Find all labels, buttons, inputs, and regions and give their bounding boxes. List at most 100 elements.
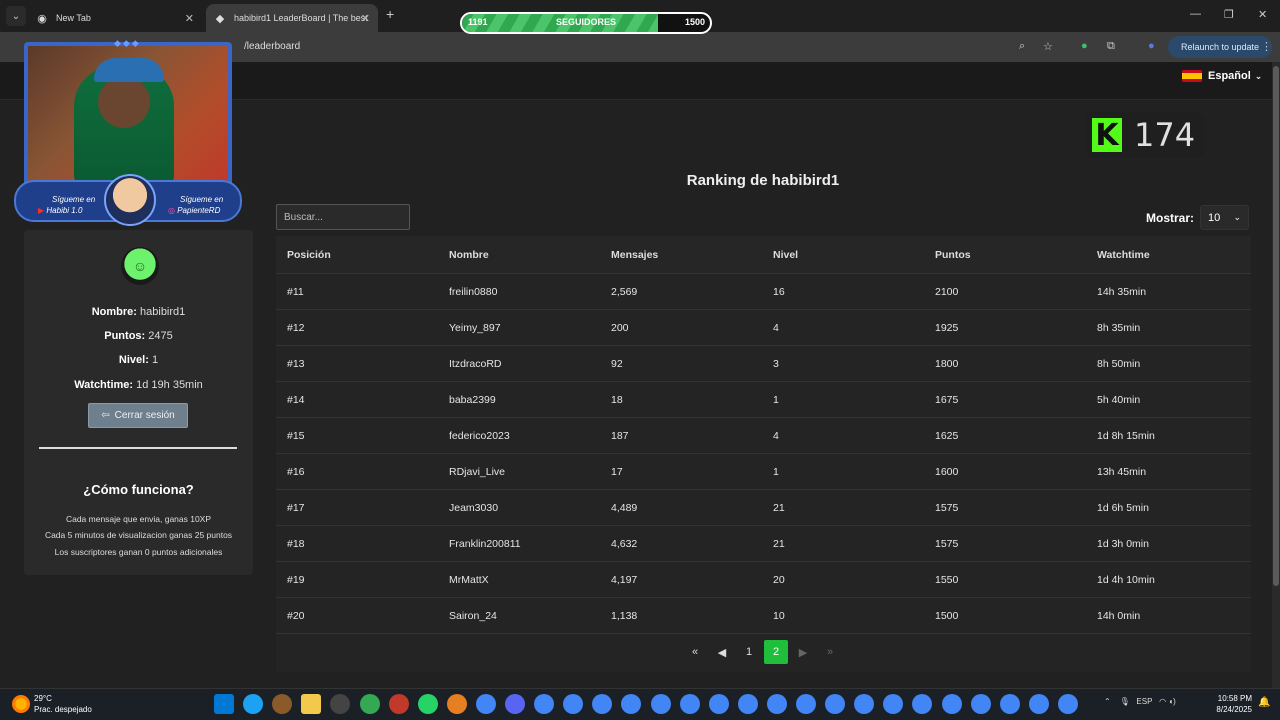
table-row: #14 baba2399 18 1 1675 5h 40min xyxy=(276,382,1251,418)
chevron-up-icon[interactable]: ⌃ xyxy=(1104,697,1111,706)
edge-icon[interactable] xyxy=(243,694,264,714)
chrome-profile-icon[interactable] xyxy=(796,694,816,714)
table-cell: 1d 6h 5min xyxy=(1097,501,1149,514)
page-size-select[interactable]: 10 ⌄ xyxy=(1200,205,1249,230)
table-cell: 1d 3h 0min xyxy=(1097,537,1149,550)
more-menu-icon[interactable]: ⋮ xyxy=(1261,40,1272,53)
table-cell: #19 xyxy=(287,573,305,586)
bookmark-star-icon[interactable]: ☆ xyxy=(1043,40,1053,53)
close-tab-icon[interactable]: ✕ xyxy=(185,12,194,25)
table-cell: Franklin200811 xyxy=(449,537,521,550)
table-cell: 8h 35min xyxy=(1097,321,1141,334)
follow-label-right: Sígueme en xyxy=(180,195,224,204)
microphone-icon[interactable]: 🎙 xyxy=(1120,697,1130,706)
profile-level: Nivel: 1 xyxy=(118,354,159,366)
table-cell: 8h 50min xyxy=(1097,357,1141,370)
profile-icon[interactable]: ● xyxy=(1148,40,1155,52)
extension-green-icon[interactable]: ● xyxy=(1081,40,1088,52)
tab-title: New Tab xyxy=(56,13,91,23)
column-header[interactable]: Nivel xyxy=(773,236,798,273)
divider xyxy=(39,447,237,449)
how-line: Cada 5 minutos de visualizacion ganas 25… xyxy=(44,530,233,540)
page-button[interactable]: 1 xyxy=(737,640,761,664)
table-cell: 10 xyxy=(773,609,785,622)
extensions-puzzle-icon[interactable]: ⧉ xyxy=(1107,40,1115,53)
column-header[interactable]: Mensajes xyxy=(611,236,658,273)
close-tab-icon[interactable]: ✕ xyxy=(361,12,370,25)
table-cell: 1675 xyxy=(935,393,959,406)
app-icon[interactable] xyxy=(446,694,467,714)
chrome-profile-icon[interactable] xyxy=(1057,694,1078,714)
new-tab-plus-icon[interactable]: + xyxy=(386,6,394,22)
next-page-icon[interactable]: ▶ xyxy=(791,640,815,664)
table-cell: 1625 xyxy=(935,429,959,442)
column-header[interactable]: Watchtime xyxy=(1097,236,1150,273)
input-language[interactable]: ESP xyxy=(1136,697,1152,706)
chrome-profile-icon[interactable] xyxy=(1028,694,1049,714)
file-explorer-icon[interactable] xyxy=(301,694,322,714)
table-row: #11 freilin0880 2,569 16 2100 14h 35min xyxy=(276,274,1251,310)
chrome-profile-icon[interactable] xyxy=(825,694,846,714)
whatsapp-icon[interactable] xyxy=(417,694,438,714)
table-cell: 1d 8h 15min xyxy=(1097,429,1155,442)
search-input[interactable] xyxy=(276,204,410,230)
table-cell: 1d 4h 10min xyxy=(1097,573,1155,586)
kick-count: 174 xyxy=(1134,116,1196,154)
followers-goal-bar: 1191 SEGUIDORES 1500 xyxy=(460,12,712,34)
chevron-down-icon: ⌄ xyxy=(1233,212,1241,222)
tab-leaderboard[interactable]: ◆ habibird1 LeaderBoard | The best ✕ xyxy=(206,4,378,32)
chrome-profile-icon[interactable] xyxy=(766,694,787,714)
table-row: #13 ItzdracoRD 92 3 1800 8h 50min xyxy=(276,346,1251,382)
webcam-overlay: ◆◆◆ Sígueme en ▶ Habibi 1.0 Sígueme en ◎… xyxy=(14,38,242,226)
logout-button[interactable]: ⇦ Cerrar sesión xyxy=(88,403,188,428)
first-page-icon[interactable]: « xyxy=(683,640,707,664)
tab-search-dropdown-icon[interactable]: ⌄ xyxy=(6,6,26,26)
zoom-icon[interactable]: ⌕ xyxy=(1019,40,1025,53)
sun-icon xyxy=(12,695,30,713)
windows-start-icon[interactable] xyxy=(214,694,234,714)
chrome-profile-icon[interactable] xyxy=(999,694,1020,714)
chrome-icon[interactable] xyxy=(475,694,496,714)
follow-label-left: Sígueme en xyxy=(52,195,96,204)
chrome-profile-icon[interactable] xyxy=(650,694,671,714)
chrome-profile-icon[interactable] xyxy=(737,694,758,714)
column-header[interactable]: Posición xyxy=(287,236,331,273)
spain-flag-icon xyxy=(1182,70,1202,82)
chrome-profile-icon[interactable] xyxy=(941,694,962,714)
table-header: Posición Nombre Mensajes Nivel Puntos Wa… xyxy=(276,236,1251,274)
weather-widget[interactable]: 29°C Prac. despejado xyxy=(12,693,92,715)
chrome-icon[interactable] xyxy=(359,694,380,714)
table-cell: 200 xyxy=(611,321,629,334)
url-field[interactable]: /leaderboard xyxy=(236,34,1066,58)
maximize-icon[interactable]: ❐ xyxy=(1224,8,1234,21)
clock[interactable]: 10:58 PM 8/24/2025 xyxy=(1208,693,1252,715)
table-cell: 92 xyxy=(611,357,623,370)
chrome-profile-icon[interactable] xyxy=(534,694,555,714)
page-button-current[interactable]: 2 xyxy=(764,640,788,664)
table-cell: 16 xyxy=(773,285,785,298)
tab-new-tab[interactable]: ◉ New Tab ✕ xyxy=(28,4,202,32)
volume-icon[interactable]: ◖) xyxy=(1168,697,1176,706)
game-icon[interactable] xyxy=(388,694,409,714)
table-cell: #17 xyxy=(287,501,305,514)
table-cell: 4,489 xyxy=(611,501,638,514)
last-page-icon[interactable]: » xyxy=(818,640,842,664)
language-selector[interactable]: Español ⌄ xyxy=(1182,70,1262,82)
chrome-profile-icon[interactable] xyxy=(970,694,991,714)
prev-page-icon[interactable]: ◀ xyxy=(710,640,734,664)
column-header[interactable]: Nombre xyxy=(449,236,489,273)
chrome-profile-icon[interactable] xyxy=(679,694,700,714)
relaunch-button[interactable]: Relaunch to update xyxy=(1168,36,1272,58)
system-tray[interactable]: ⌃ 🎙 ESP ◠ ◖) xyxy=(1104,697,1176,706)
wifi-icon[interactable]: ◠ xyxy=(1159,697,1166,706)
notification-bell-icon[interactable]: 🔔 xyxy=(1258,697,1270,708)
window-close-icon[interactable]: ✕ xyxy=(1258,8,1267,21)
scrollbar-thumb[interactable] xyxy=(1273,66,1279,586)
chrome-profile-icon[interactable] xyxy=(708,694,729,714)
page-scrollbar[interactable] xyxy=(1272,62,1280,688)
chrome-icon: ◉ xyxy=(37,12,47,25)
discord-icon[interactable] xyxy=(505,694,525,714)
column-header[interactable]: Puntos xyxy=(935,236,971,273)
table-cell: 1600 xyxy=(935,465,959,478)
minimize-icon[interactable]: — xyxy=(1190,8,1201,20)
